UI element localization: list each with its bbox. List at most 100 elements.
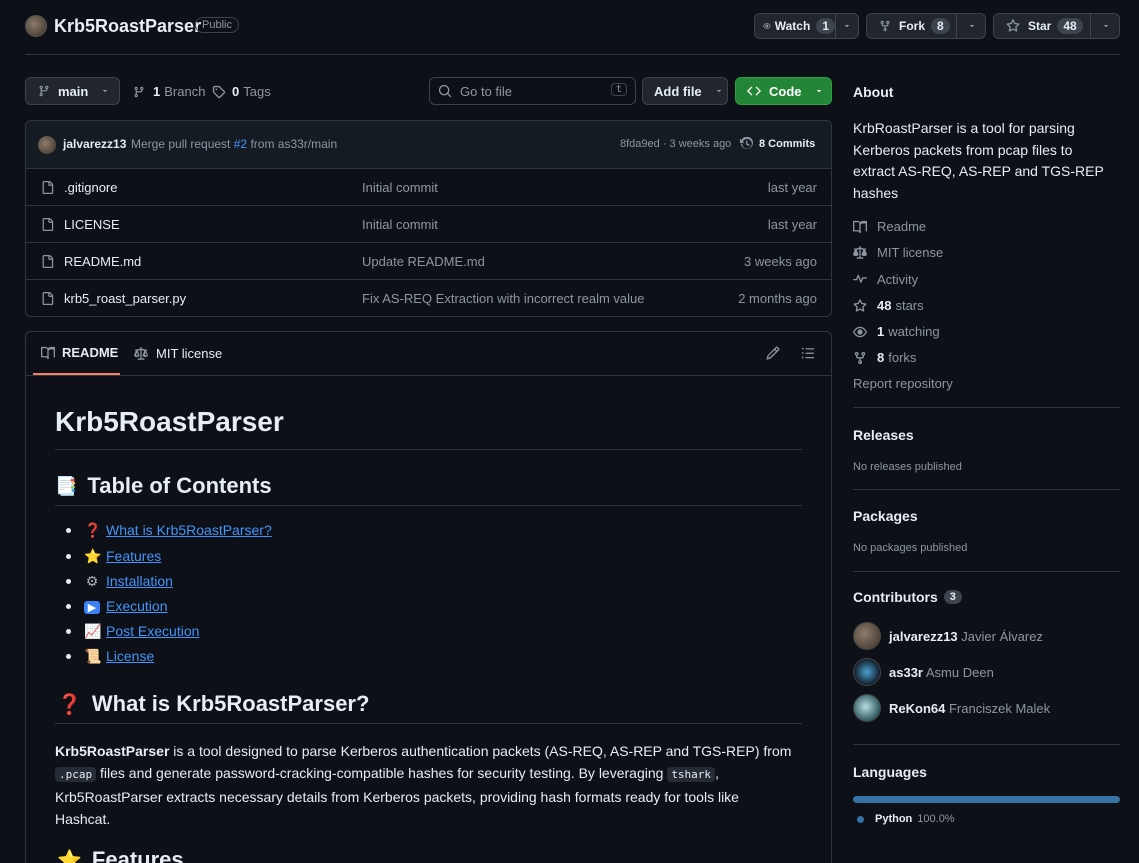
file-name[interactable]: README.md xyxy=(64,254,141,269)
language-item[interactable]: Python 100.0% xyxy=(857,813,955,825)
forks-link[interactable]: 8 forks xyxy=(853,350,916,365)
file-icon xyxy=(42,181,54,194)
toc-item[interactable]: ❓ What is Krb5RoastParser? xyxy=(66,522,272,539)
packages-title[interactable]: Packages xyxy=(853,508,918,524)
file-commit-message[interactable]: Fix AS-REQ Extraction with incorrect rea… xyxy=(362,291,644,306)
toc-link[interactable]: ⚙ Installation xyxy=(84,573,173,590)
language-name: Python xyxy=(875,813,913,825)
branch-select[interactable]: main xyxy=(25,77,120,105)
star-emoji-icon: ⭐ xyxy=(84,548,102,564)
file-name[interactable]: krb5_roast_parser.py xyxy=(64,291,186,306)
contributor-avatar[interactable] xyxy=(853,622,881,650)
toc-item[interactable]: 📈 Post Execution xyxy=(66,623,199,640)
repo-owner-avatar[interactable] xyxy=(25,15,47,37)
activity-link[interactable]: Activity xyxy=(853,272,918,287)
pencil-icon[interactable] xyxy=(766,346,780,360)
tab-license[interactable]: MIT license xyxy=(134,332,222,375)
eye-icon xyxy=(763,23,771,29)
toc-link[interactable]: 📈 Post Execution xyxy=(84,623,199,640)
watching-link[interactable]: 1 watching xyxy=(853,324,940,339)
book-icon xyxy=(41,346,55,359)
license-link-label: MIT license xyxy=(877,245,944,260)
contributors-title: Contributors xyxy=(853,589,938,605)
contributor-name: Asmu Deen xyxy=(925,665,994,680)
commit-author-avatar[interactable] xyxy=(38,136,56,154)
fork-icon xyxy=(880,20,890,32)
list-unordered-icon[interactable] xyxy=(801,346,815,360)
releases-title[interactable]: Releases xyxy=(853,427,914,443)
contributor-item[interactable]: jalvarezz13 Javier Álvarez xyxy=(889,629,1043,644)
file-commit-message[interactable]: Initial commit xyxy=(362,180,438,195)
stars-link[interactable]: 48 stars xyxy=(853,298,924,313)
sidebar-divider xyxy=(853,744,1120,745)
file-name[interactable]: .gitignore xyxy=(64,180,117,195)
header-divider xyxy=(25,54,1120,55)
readme-link[interactable]: Readme xyxy=(853,219,926,234)
file-commit-message[interactable]: Update README.md xyxy=(362,254,485,269)
code-label: Code xyxy=(769,83,802,99)
fork-button[interactable]: Fork 8 xyxy=(866,13,986,39)
commits-count: 8 Commits xyxy=(759,138,816,150)
search-kbd: t xyxy=(610,83,627,96)
commit-message[interactable]: Merge pull request #2 from as33r/main xyxy=(131,137,337,151)
toc-item[interactable]: 📜 License xyxy=(66,648,154,665)
file-icon xyxy=(42,218,54,231)
tab-readme[interactable]: README xyxy=(33,332,120,375)
contributor-item[interactable]: as33r Asmu Deen xyxy=(889,665,994,680)
what-divider xyxy=(55,723,802,724)
chevron-down-icon[interactable] xyxy=(967,21,977,31)
star-icon xyxy=(1006,19,1020,32)
tab-readme-label: README xyxy=(62,345,119,360)
go-to-file-search[interactable]: Go to file t xyxy=(429,77,636,105)
license-link[interactable]: MIT license xyxy=(853,245,943,260)
file-commit-message[interactable]: Initial commit xyxy=(362,217,438,232)
toc-link[interactable]: 📜 License xyxy=(84,648,154,665)
commit-pr-link[interactable]: #2 xyxy=(234,137,247,151)
scroll-icon: 📜 xyxy=(84,648,102,664)
commit-meta[interactable]: 8fda9ed · 3 weeks ago xyxy=(620,138,731,150)
code-button[interactable]: Code xyxy=(735,77,832,105)
language-bar-fill xyxy=(853,796,1120,803)
contributor-item[interactable]: ReKon64 Franciszek Malek xyxy=(889,701,1050,716)
toc-item[interactable]: ⚙ Installation xyxy=(66,573,173,590)
file-date: 2 months ago xyxy=(738,290,817,306)
contributor-avatar[interactable] xyxy=(853,658,881,686)
tags-link[interactable]: 0 Tags xyxy=(212,84,271,99)
history-icon xyxy=(740,137,753,149)
law-icon xyxy=(853,245,867,259)
readme-tab-bar: README MIT license xyxy=(26,332,831,376)
watch-button[interactable]: Watch 1 xyxy=(754,13,859,39)
chevron-down-icon[interactable] xyxy=(842,21,852,31)
gear-icon: ⚙ xyxy=(85,573,99,589)
file-row[interactable]: krb5_roast_parser.py Fix AS-REQ Extracti… xyxy=(26,279,831,316)
star-emoji-icon: ⭐ xyxy=(57,849,82,863)
watch-label: Watch xyxy=(774,19,811,33)
commit-author[interactable]: jalvarezz13 xyxy=(63,137,126,151)
repo-name[interactable]: Krb5RoastParser xyxy=(54,16,201,37)
law-icon xyxy=(134,346,148,360)
toc-link[interactable]: ⭐ Features xyxy=(84,548,161,565)
file-name[interactable]: LICENSE xyxy=(64,217,120,232)
toc-item[interactable]: ▶ Execution xyxy=(66,598,167,614)
tags-label: Tags xyxy=(243,84,271,99)
branches-link[interactable]: 1 Branch xyxy=(133,84,205,99)
add-file-button[interactable]: Add file xyxy=(642,77,728,105)
chevron-down-icon[interactable] xyxy=(1101,21,1111,31)
fork-count: 8 xyxy=(931,18,950,34)
file-row[interactable]: README.md Update README.md 3 weeks ago xyxy=(26,242,831,279)
contributor-avatar[interactable] xyxy=(853,694,881,722)
toc-item[interactable]: ⭐ Features xyxy=(66,548,161,565)
star-button[interactable]: Star 48 xyxy=(993,13,1120,39)
toc-link[interactable]: ❓ What is Krb5RoastParser? xyxy=(84,522,272,539)
forks-count: 8 xyxy=(877,350,885,365)
toc-link[interactable]: ▶ Execution xyxy=(84,598,167,614)
contributors-header[interactable]: Contributors 3 xyxy=(853,589,962,605)
search-icon xyxy=(438,84,452,98)
file-row[interactable]: .gitignore Initial commit last year xyxy=(26,168,831,205)
eye-icon xyxy=(853,326,867,337)
report-repository-link[interactable]: Report repository xyxy=(853,376,953,391)
commits-link[interactable]: 8 Commits xyxy=(740,137,815,151)
file-row[interactable]: LICENSE Initial commit last year xyxy=(26,205,831,242)
releases-empty: No releases published xyxy=(853,461,962,473)
readme-paragraph: Krb5RoastParser is a tool designed to pa… xyxy=(55,743,792,827)
